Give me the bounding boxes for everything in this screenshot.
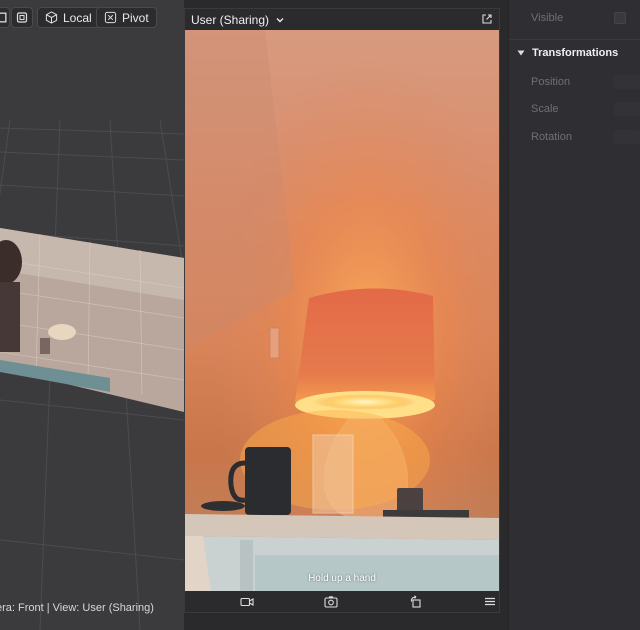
cube-icon: [45, 11, 58, 24]
preview-title[interactable]: User (Sharing): [191, 13, 269, 27]
position-label: Position: [531, 76, 571, 88]
visible-checkbox[interactable]: [614, 12, 626, 24]
rect-tool-button[interactable]: [0, 7, 10, 28]
preview-hint: Hold up a hand: [308, 573, 376, 584]
preview-footer: [185, 591, 499, 612]
camera-feed-image: [185, 30, 499, 592]
camera-feed: Hold up a hand: [185, 30, 499, 592]
local-label: Local: [63, 10, 92, 25]
transformations-title: Transformations: [532, 47, 619, 59]
pivot-label: Pivot: [122, 10, 149, 25]
chevron-down-icon[interactable]: [275, 15, 285, 25]
scale-label: Scale: [531, 103, 559, 115]
pivot-icon: [104, 11, 117, 24]
video-camera-icon[interactable]: [240, 595, 254, 608]
scale-field[interactable]: [614, 102, 640, 116]
rotate-icon[interactable]: [409, 595, 423, 608]
scene-viewport[interactable]: Local Pivot era: Front | View: User (Sha…: [0, 0, 184, 630]
inspector-divider: [509, 39, 640, 40]
preview-header: User (Sharing): [185, 9, 499, 30]
preview-panel: User (Sharing) Hold up a hand: [184, 8, 500, 613]
viewport-grid: [0, 119, 184, 630]
inspector-panel: Visible Transformations Position Scale R…: [508, 0, 640, 630]
pivot-button[interactable]: Pivot: [96, 7, 157, 28]
frame-tool-button[interactable]: [11, 7, 33, 28]
rotation-field[interactable]: [614, 130, 640, 144]
visible-label: Visible: [531, 12, 564, 24]
triangle-down-icon: [517, 50, 525, 56]
position-field[interactable]: [614, 75, 640, 89]
rect-icon: [0, 12, 7, 23]
screenshot-icon[interactable]: [324, 595, 338, 608]
menu-icon[interactable]: [483, 595, 497, 608]
transformations-section-header[interactable]: Transformations: [517, 47, 618, 59]
popout-icon[interactable]: [481, 13, 493, 25]
viewport-status: era: Front | View: User (Sharing): [0, 602, 154, 614]
local-space-button[interactable]: Local: [37, 7, 100, 28]
frame-icon: [16, 12, 28, 23]
rotation-label: Rotation: [531, 131, 572, 143]
